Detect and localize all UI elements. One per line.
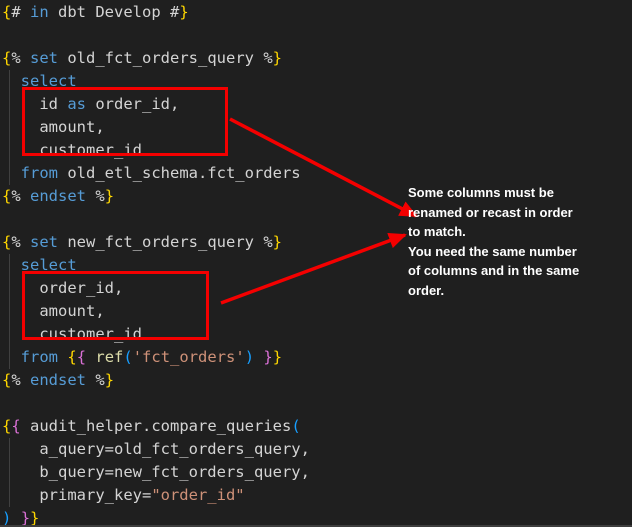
annotation-line: renamed or recast in order xyxy=(408,203,598,223)
annotation-line: order. xyxy=(408,281,598,301)
code-line xyxy=(2,392,310,415)
code-line: from {{ ref('fct_orders') }} xyxy=(2,346,310,369)
annotation-line: You need the same number xyxy=(408,242,598,262)
code-editor[interactable]: {# in dbt Develop #} {% set old_fct_order… xyxy=(2,1,310,527)
code-line: {{ audit_helper.compare_queries( xyxy=(2,415,310,438)
code-line: primary_key="order_id" xyxy=(2,484,310,507)
highlight-box-old-columns xyxy=(22,87,228,156)
code-line: ) }} xyxy=(2,507,310,527)
editor-window: {# in dbt Develop #} {% set old_fct_order… xyxy=(0,0,632,527)
code-line: {% set new_fct_orders_query %} xyxy=(2,231,310,254)
code-line: b_query=new_fct_orders_query, xyxy=(2,461,310,484)
code-line: a_query=old_fct_orders_query, xyxy=(2,438,310,461)
code-line: {% set old_fct_orders_query %} xyxy=(2,47,310,70)
code-line xyxy=(2,24,310,47)
annotation-line: to match. xyxy=(408,222,598,242)
code-line: from old_etl_schema.fct_orders xyxy=(2,162,310,185)
annotation-line: of columns and in the same xyxy=(408,261,598,281)
code-line: {% endset %} xyxy=(2,369,310,392)
annotation-note: Some columns must be renamed or recast i… xyxy=(408,183,598,300)
highlight-box-new-columns xyxy=(22,271,209,340)
code-line xyxy=(2,208,310,231)
code-line: {# in dbt Develop #} xyxy=(2,1,310,24)
code-line: {% endset %} xyxy=(2,185,310,208)
annotation-line: Some columns must be xyxy=(408,183,598,203)
